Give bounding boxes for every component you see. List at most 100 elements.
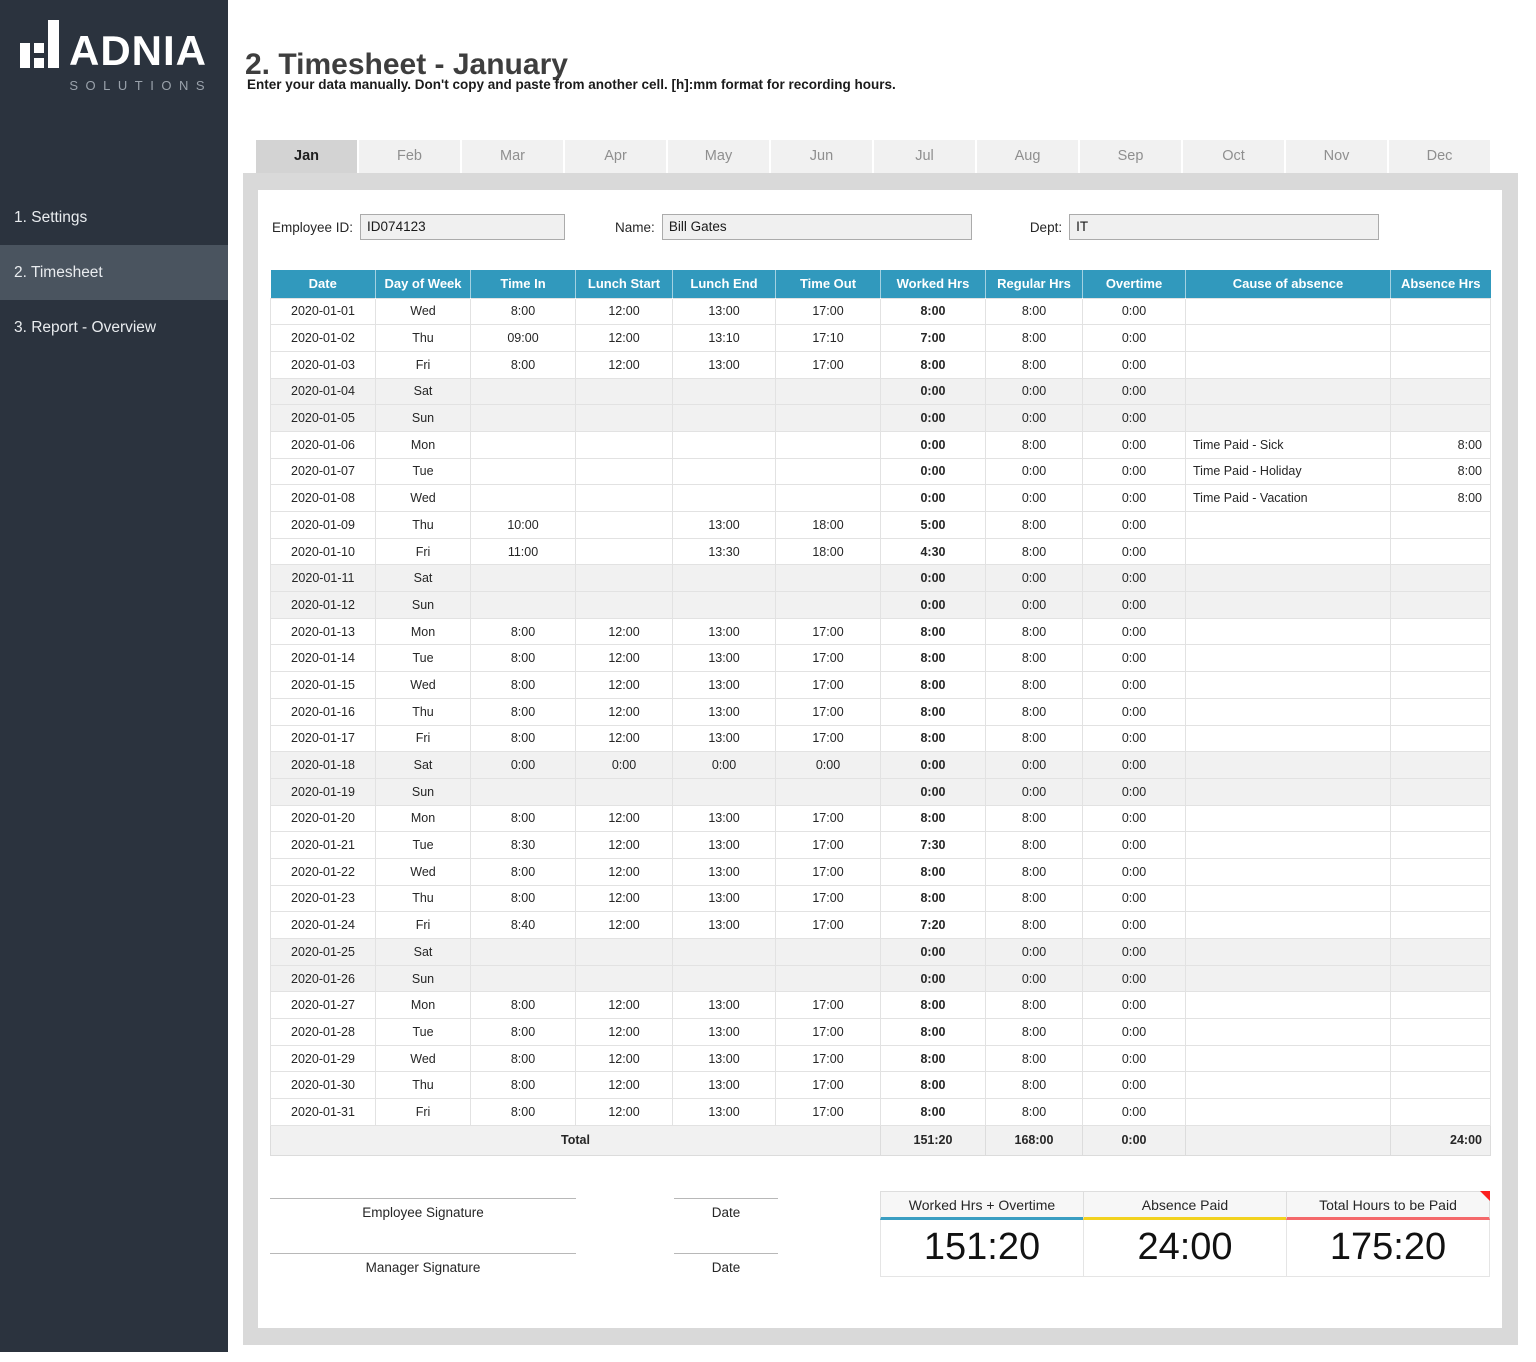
- time-in-cell[interactable]: 8:00: [471, 1045, 576, 1072]
- absence-hrs-cell[interactable]: [1391, 805, 1491, 832]
- employee-id-field[interactable]: ID074123: [360, 214, 565, 240]
- time-out-cell[interactable]: 17:00: [776, 805, 881, 832]
- time-out-cell[interactable]: [776, 939, 881, 966]
- lunch-start-cell[interactable]: 12:00: [576, 298, 673, 325]
- time-out-cell[interactable]: 17:00: [776, 1099, 881, 1126]
- lunch-start-cell[interactable]: [576, 538, 673, 565]
- time-out-cell[interactable]: 17:00: [776, 298, 881, 325]
- lunch-end-cell[interactable]: 13:00: [673, 618, 776, 645]
- tab-oct[interactable]: Oct: [1183, 140, 1284, 173]
- employee-signature-line[interactable]: Employee Signature: [270, 1198, 576, 1220]
- lunch-start-cell[interactable]: 12:00: [576, 858, 673, 885]
- lunch-start-cell[interactable]: [576, 431, 673, 458]
- lunch-end-cell[interactable]: [673, 778, 776, 805]
- manager-signature-date-line[interactable]: Date: [674, 1253, 778, 1275]
- lunch-start-cell[interactable]: [576, 565, 673, 592]
- absence-hrs-cell[interactable]: [1391, 618, 1491, 645]
- lunch-start-cell[interactable]: 12:00: [576, 1019, 673, 1046]
- cause-of-absence-cell[interactable]: [1186, 378, 1391, 405]
- cause-of-absence-cell[interactable]: [1186, 645, 1391, 672]
- cause-of-absence-cell[interactable]: [1186, 965, 1391, 992]
- time-out-cell[interactable]: 17:00: [776, 618, 881, 645]
- lunch-end-cell[interactable]: 13:00: [673, 672, 776, 699]
- cause-of-absence-cell[interactable]: [1186, 618, 1391, 645]
- time-in-cell[interactable]: 8:00: [471, 672, 576, 699]
- absence-hrs-cell[interactable]: [1391, 939, 1491, 966]
- absence-hrs-cell[interactable]: 8:00: [1391, 431, 1491, 458]
- absence-hrs-cell[interactable]: [1391, 698, 1491, 725]
- lunch-end-cell[interactable]: [673, 431, 776, 458]
- absence-hrs-cell[interactable]: [1391, 592, 1491, 619]
- cause-of-absence-cell[interactable]: [1186, 858, 1391, 885]
- lunch-start-cell[interactable]: [576, 939, 673, 966]
- lunch-end-cell[interactable]: [673, 378, 776, 405]
- time-in-cell[interactable]: [471, 939, 576, 966]
- time-in-cell[interactable]: 10:00: [471, 512, 576, 539]
- time-in-cell[interactable]: 8:00: [471, 805, 576, 832]
- tab-jul[interactable]: Jul: [874, 140, 975, 173]
- lunch-start-cell[interactable]: 12:00: [576, 698, 673, 725]
- lunch-end-cell[interactable]: 13:00: [673, 912, 776, 939]
- time-in-cell[interactable]: [471, 565, 576, 592]
- tab-may[interactable]: May: [668, 140, 769, 173]
- cause-of-absence-cell[interactable]: [1186, 912, 1391, 939]
- time-out-cell[interactable]: [776, 485, 881, 512]
- time-in-cell[interactable]: [471, 778, 576, 805]
- absence-hrs-cell[interactable]: [1391, 965, 1491, 992]
- time-out-cell[interactable]: 17:00: [776, 725, 881, 752]
- lunch-end-cell[interactable]: 13:00: [673, 858, 776, 885]
- lunch-end-cell[interactable]: [673, 565, 776, 592]
- lunch-start-cell[interactable]: 12:00: [576, 1045, 673, 1072]
- sidebar-item-settings[interactable]: 1. Settings: [0, 190, 228, 245]
- sidebar-item-report-overview[interactable]: 3. Report - Overview: [0, 300, 228, 355]
- cause-of-absence-cell[interactable]: [1186, 325, 1391, 352]
- absence-hrs-cell[interactable]: [1391, 405, 1491, 432]
- lunch-end-cell[interactable]: 13:00: [673, 512, 776, 539]
- time-in-cell[interactable]: [471, 485, 576, 512]
- time-out-cell[interactable]: 0:00: [776, 752, 881, 779]
- time-in-cell[interactable]: 8:00: [471, 1099, 576, 1126]
- lunch-start-cell[interactable]: 0:00: [576, 752, 673, 779]
- absence-hrs-cell[interactable]: [1391, 1045, 1491, 1072]
- lunch-start-cell[interactable]: [576, 405, 673, 432]
- lunch-end-cell[interactable]: 13:00: [673, 698, 776, 725]
- time-in-cell[interactable]: [471, 965, 576, 992]
- dept-field[interactable]: IT: [1069, 214, 1379, 240]
- time-out-cell[interactable]: 17:00: [776, 645, 881, 672]
- lunch-start-cell[interactable]: 12:00: [576, 832, 673, 859]
- lunch-start-cell[interactable]: [576, 485, 673, 512]
- sidebar-item-timesheet[interactable]: 2. Timesheet: [0, 245, 228, 300]
- lunch-start-cell[interactable]: [576, 592, 673, 619]
- absence-hrs-cell[interactable]: [1391, 832, 1491, 859]
- time-out-cell[interactable]: 18:00: [776, 512, 881, 539]
- lunch-end-cell[interactable]: 13:00: [673, 992, 776, 1019]
- time-in-cell[interactable]: 8:00: [471, 645, 576, 672]
- lunch-start-cell[interactable]: 12:00: [576, 1099, 673, 1126]
- lunch-end-cell[interactable]: 13:00: [673, 1019, 776, 1046]
- absence-hrs-cell[interactable]: [1391, 992, 1491, 1019]
- lunch-end-cell[interactable]: 13:00: [673, 351, 776, 378]
- cause-of-absence-cell[interactable]: [1186, 992, 1391, 1019]
- cause-of-absence-cell[interactable]: [1186, 698, 1391, 725]
- tab-jan[interactable]: Jan: [256, 140, 357, 173]
- time-in-cell[interactable]: 8:40: [471, 912, 576, 939]
- tab-mar[interactable]: Mar: [462, 140, 563, 173]
- time-out-cell[interactable]: 17:00: [776, 698, 881, 725]
- time-out-cell[interactable]: [776, 778, 881, 805]
- tab-sep[interactable]: Sep: [1080, 140, 1181, 173]
- cause-of-absence-cell[interactable]: Time Paid - Holiday: [1186, 458, 1391, 485]
- time-in-cell[interactable]: 8:00: [471, 1019, 576, 1046]
- time-in-cell[interactable]: [471, 458, 576, 485]
- absence-hrs-cell[interactable]: [1391, 378, 1491, 405]
- absence-hrs-cell[interactable]: [1391, 752, 1491, 779]
- cause-of-absence-cell[interactable]: [1186, 778, 1391, 805]
- lunch-end-cell[interactable]: 0:00: [673, 752, 776, 779]
- cause-of-absence-cell[interactable]: [1186, 1045, 1391, 1072]
- absence-hrs-cell[interactable]: [1391, 858, 1491, 885]
- lunch-start-cell[interactable]: 12:00: [576, 672, 673, 699]
- time-out-cell[interactable]: 17:00: [776, 1045, 881, 1072]
- name-field[interactable]: Bill Gates: [662, 214, 972, 240]
- cause-of-absence-cell[interactable]: [1186, 351, 1391, 378]
- time-in-cell[interactable]: 8:00: [471, 858, 576, 885]
- lunch-start-cell[interactable]: 12:00: [576, 325, 673, 352]
